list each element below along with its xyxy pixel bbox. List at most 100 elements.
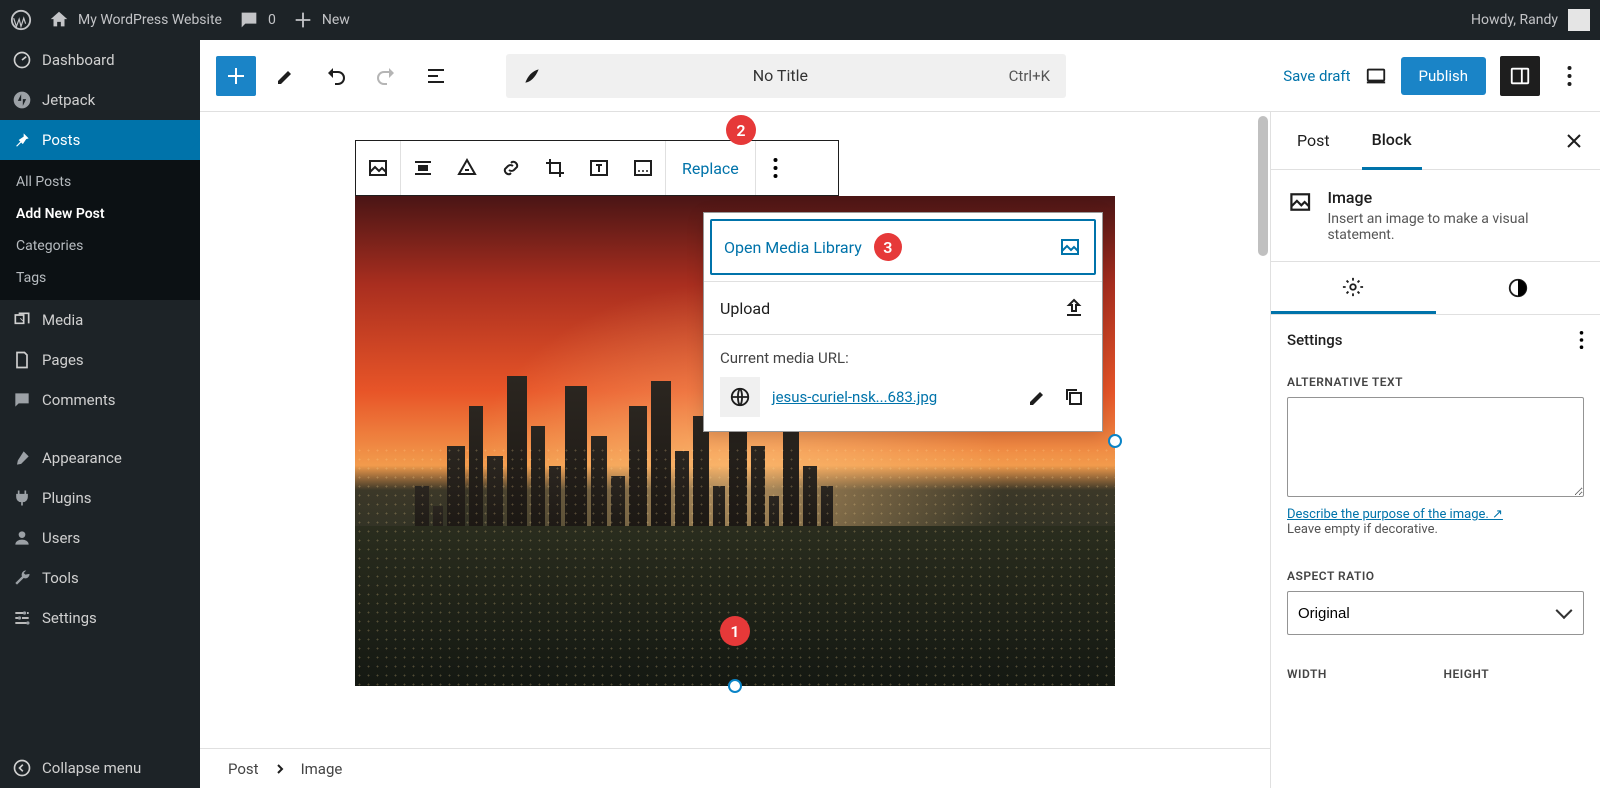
more-button[interactable] — [1554, 56, 1584, 96]
sidebar-item-settings[interactable]: Settings — [0, 598, 200, 638]
gear-icon — [1342, 276, 1364, 298]
crumb-image[interactable]: Image — [301, 760, 343, 778]
pages-icon — [12, 350, 32, 370]
wp-logo[interactable] — [10, 9, 32, 31]
close-panel-button[interactable] — [1564, 131, 1584, 151]
sidebar-label: Collapse menu — [42, 759, 141, 777]
sidebar-item-pages[interactable]: Pages — [0, 340, 200, 380]
block-more-button[interactable] — [756, 141, 796, 195]
section-more-button[interactable] — [1579, 331, 1584, 349]
site-home[interactable]: My WordPress Website — [48, 9, 222, 31]
comments-link[interactable]: 0 — [238, 9, 276, 31]
align-button[interactable] — [401, 141, 445, 195]
aspect-ratio-select[interactable]: Original — [1287, 591, 1584, 635]
dashboard-icon — [12, 50, 32, 70]
settings-heading: Settings — [1287, 331, 1343, 349]
user-icon — [12, 528, 32, 548]
media-lib-icon — [1058, 235, 1082, 259]
new-label: New — [322, 12, 350, 28]
crumb-post[interactable]: Post — [228, 760, 259, 778]
admin-sidebar: Dashboard Jetpack Posts All Posts Add Ne… — [0, 40, 200, 788]
text-overlay-button[interactable] — [577, 141, 621, 195]
sidebar-item-posts[interactable]: Posts — [0, 120, 200, 160]
crop-icon — [543, 156, 567, 180]
shortcut-hint: Ctrl+K — [1009, 67, 1050, 85]
breadcrumb: Post Image — [200, 748, 1270, 788]
edit-url-button[interactable] — [1026, 385, 1050, 409]
image-icon — [366, 156, 390, 180]
avatar[interactable] — [1568, 9, 1590, 31]
width-label: WIDTH — [1287, 667, 1428, 681]
replace-button[interactable]: Replace — [666, 141, 755, 195]
callout-badge-3: 3 — [874, 233, 902, 261]
wrench-icon — [12, 568, 32, 588]
sub-categories[interactable]: Categories — [0, 230, 200, 262]
toggle-panel-button[interactable] — [1500, 56, 1540, 96]
title-search-box[interactable]: No Title Ctrl+K — [506, 54, 1066, 98]
current-url-section: Current media URL: jesus-curiel-nsk...68… — [704, 334, 1102, 431]
add-block-button[interactable] — [216, 56, 256, 96]
collapse-menu[interactable]: Collapse menu — [0, 748, 200, 788]
sub-add-new[interactable]: Add New Post — [0, 198, 200, 230]
comments-icon — [12, 390, 32, 410]
copy-url-button[interactable] — [1062, 385, 1086, 409]
caption-button[interactable] — [445, 141, 489, 195]
sidebar-item-jetpack[interactable]: Jetpack — [0, 80, 200, 120]
comments-count: 0 — [268, 12, 276, 28]
block-desc: Insert an image to make a visual stateme… — [1327, 211, 1584, 243]
panel-icon — [1509, 65, 1531, 87]
alt-text-input[interactable] — [1287, 397, 1584, 497]
tab-post[interactable]: Post — [1287, 113, 1340, 168]
howdy-text[interactable]: Howdy, Randy — [1471, 12, 1558, 28]
sidebar-label: Appearance — [42, 449, 122, 467]
upload-option[interactable]: Upload — [704, 281, 1102, 334]
undo-icon — [324, 64, 348, 88]
media-url-link[interactable]: jesus-curiel-nsk...683.jpg — [772, 388, 1014, 406]
sidebar-item-appearance[interactable]: Appearance — [0, 438, 200, 478]
undo-button[interactable] — [316, 56, 356, 96]
redo-button[interactable] — [366, 56, 406, 96]
sidebar-item-plugins[interactable]: Plugins — [0, 478, 200, 518]
new-link[interactable]: New — [292, 9, 350, 31]
sidebar-item-dashboard[interactable]: Dashboard — [0, 40, 200, 80]
outline-button[interactable] — [416, 56, 456, 96]
contrast-icon — [1507, 277, 1529, 299]
sidebar-label: Pages — [42, 351, 84, 369]
tab-block[interactable]: Block — [1362, 112, 1422, 170]
media-icon — [12, 310, 32, 330]
quill-icon — [522, 66, 542, 86]
edit-mode-button[interactable] — [266, 56, 306, 96]
crop-button[interactable] — [533, 141, 577, 195]
collapse-icon — [12, 758, 32, 778]
sliders-icon — [12, 608, 32, 628]
save-draft-button[interactable]: Save draft — [1283, 67, 1350, 85]
resize-handle-bottom[interactable] — [728, 679, 742, 693]
link-button[interactable] — [489, 141, 533, 195]
settings-panel: Post Block Image Insert an image to make… — [1270, 112, 1600, 788]
site-title: My WordPress Website — [78, 12, 222, 28]
sidebar-item-users[interactable]: Users — [0, 518, 200, 558]
callout-badge-2: 2 — [726, 115, 756, 145]
block-type-button[interactable] — [356, 141, 400, 195]
comment-icon — [238, 9, 260, 31]
resize-handle-right[interactable] — [1108, 434, 1122, 448]
sub-all-posts[interactable]: All Posts — [0, 166, 200, 198]
upload-icon — [1062, 296, 1086, 320]
settings-tab-button[interactable] — [1271, 262, 1436, 314]
sidebar-item-comments[interactable]: Comments — [0, 380, 200, 420]
sub-tags[interactable]: Tags — [0, 262, 200, 294]
alt-text-label: ALTERNATIVE TEXT — [1287, 375, 1584, 389]
sidebar-label: Jetpack — [42, 91, 95, 109]
align-icon — [411, 156, 435, 180]
styles-tab-button[interactable] — [1436, 262, 1600, 314]
open-media-library[interactable]: Open Media Library 3 — [710, 219, 1096, 275]
alt-help-text: Leave empty if decorative. — [1287, 522, 1438, 537]
sidebar-item-tools[interactable]: Tools — [0, 558, 200, 598]
publish-button[interactable]: Publish — [1401, 57, 1486, 95]
alt-help-link[interactable]: Describe the purpose of the image. ↗ — [1287, 507, 1503, 522]
sidebar-item-media[interactable]: Media — [0, 300, 200, 340]
kebab-icon — [1567, 66, 1572, 86]
duotone-button[interactable] — [621, 141, 665, 195]
preview-device-button[interactable] — [1365, 65, 1387, 87]
plug-icon — [12, 488, 32, 508]
